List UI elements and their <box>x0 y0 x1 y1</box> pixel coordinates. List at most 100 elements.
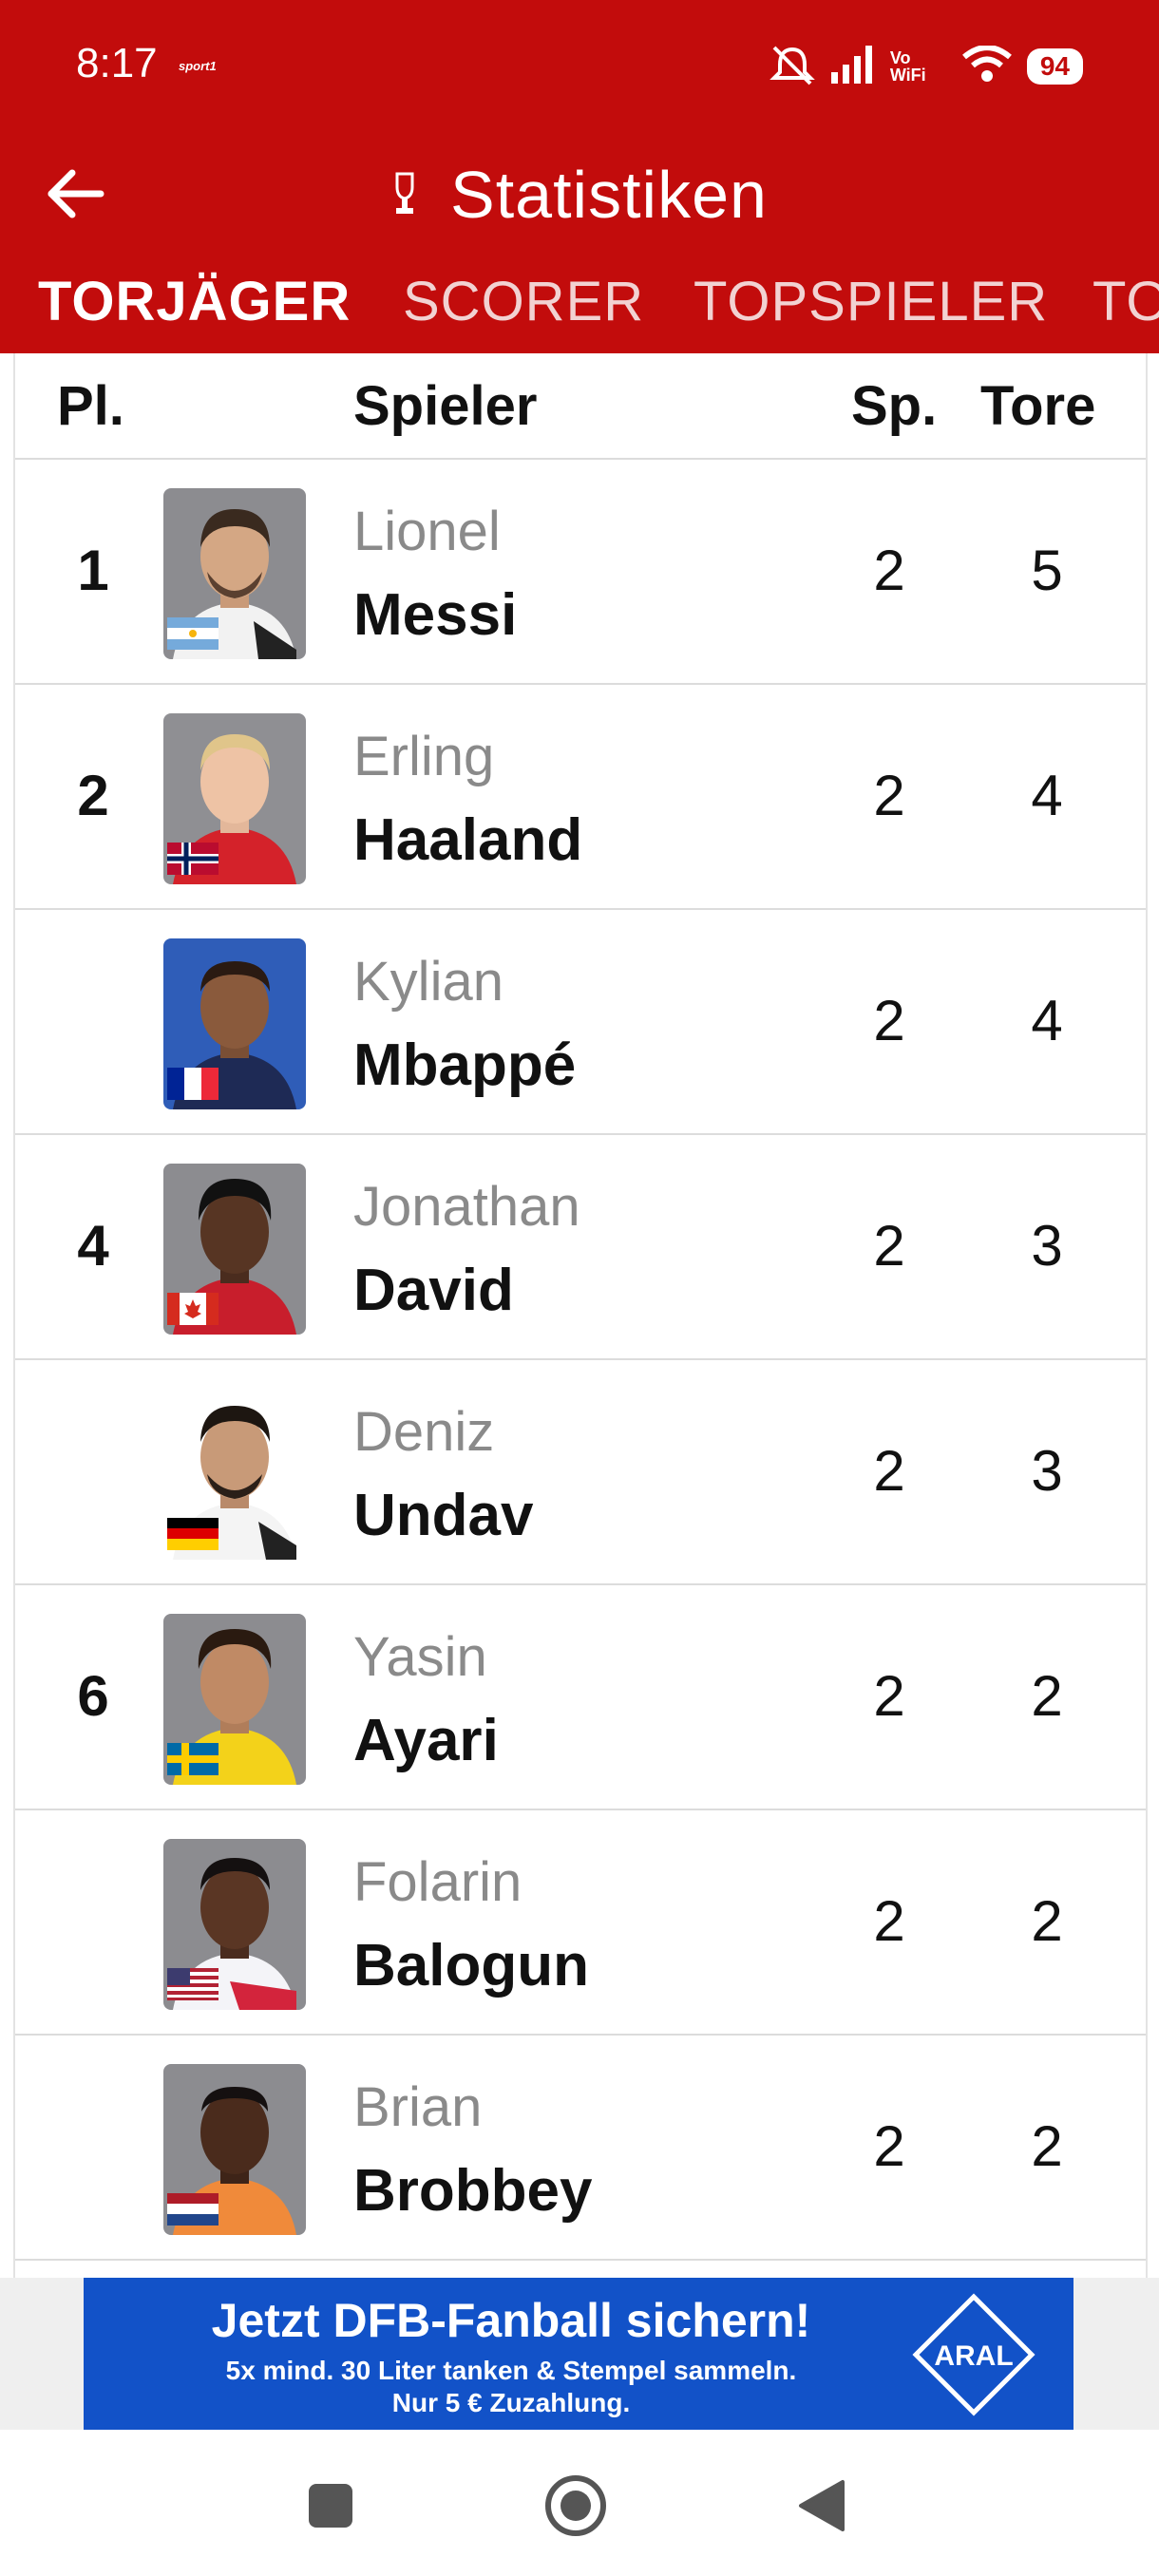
germany-flag-icon <box>167 1518 218 1550</box>
table-row[interactable]: Deniz Undav 2 3 <box>15 1360 1146 1585</box>
tab-scorer[interactable]: SCORER <box>403 270 644 333</box>
player-photo <box>163 1614 306 1785</box>
status-app-tag: sport1 <box>179 59 217 73</box>
home-button[interactable] <box>538 2468 614 2544</box>
goals: 2 <box>1031 2114 1063 2178</box>
netherlands-flag-icon <box>167 2193 218 2226</box>
ad-headline: Jetzt DFB-Fanball sichern! <box>211 2294 811 2347</box>
wifi-icon <box>961 44 1012 88</box>
player-last-name: Mbappé <box>353 1032 577 1098</box>
games-played: 2 <box>873 1214 905 1278</box>
player-photo <box>163 1164 306 1335</box>
app-header: 8:17 sport1 Vo WiFi 94 Statistiken TORJÄ… <box>0 0 1159 353</box>
header-games: Sp. <box>851 375 938 437</box>
table-row[interactable]: Kylian Mbappé 2 4 <box>15 910 1146 1135</box>
goals: 3 <box>1031 1439 1063 1503</box>
status-bar: 8:17 sport1 Vo WiFi 94 <box>0 0 1159 133</box>
goals: 2 <box>1031 1889 1063 1953</box>
games-played: 2 <box>873 1889 905 1953</box>
tab-more[interactable]: TO <box>1092 270 1159 333</box>
sweden-flag-icon <box>167 1743 218 1775</box>
signal-icon <box>830 45 875 88</box>
player-photo <box>163 1389 306 1560</box>
usa-flag-icon <box>167 1968 218 2000</box>
ad-line-2: Nur 5 € Zuzahlung. <box>391 2388 631 2417</box>
ad-line-1: 5x mind. 30 Liter tanken & Stempel samme… <box>225 2356 797 2385</box>
rank: 4 <box>77 1214 109 1278</box>
player-first-name: Kylian <box>353 951 504 1013</box>
vowifi-indicator: Vo WiFi <box>889 48 926 85</box>
status-time: 8:17 <box>76 40 158 86</box>
aral-logo: ARAL <box>912 2293 1036 2416</box>
player-photo <box>163 488 306 659</box>
header-rank: Pl. <box>57 375 124 437</box>
table-row[interactable]: Folarin Balogun 2 2 <box>15 1810 1146 2036</box>
aral-logo-text: ARAL <box>934 2340 1013 2372</box>
battery-badge: 94 <box>1026 48 1083 85</box>
canada-flag-icon <box>167 1293 218 1325</box>
table-row[interactable]: 2 Erling Haaland 2 4 <box>15 685 1146 910</box>
player-first-name: Folarin <box>353 1851 522 1913</box>
tab-bar: TORJÄGER SCORER TOPSPIELER TO <box>0 256 1159 353</box>
argentina-flag-icon <box>167 617 218 650</box>
tab-topspieler[interactable]: TOPSPIELER <box>694 270 1048 333</box>
games-played: 2 <box>873 989 905 1052</box>
system-nav-bar <box>0 2430 1159 2576</box>
games-played: 2 <box>873 1664 905 1728</box>
player-last-name: Brobbey <box>353 2158 593 2224</box>
arrow-left-icon <box>48 169 104 218</box>
page-title: Statistiken <box>450 158 768 232</box>
player-first-name: Lionel <box>353 501 501 562</box>
games-played: 2 <box>873 2114 905 2178</box>
player-first-name: Jonathan <box>353 1176 580 1238</box>
square-icon <box>309 2484 352 2528</box>
table-header: Pl. Spieler Sp. Tore <box>15 353 1146 460</box>
table-row[interactable]: 6 Yasin Ayari 2 2 <box>15 1585 1146 1810</box>
player-first-name: Deniz <box>353 1401 495 1463</box>
triangle-back-icon <box>799 2480 845 2531</box>
player-photo <box>163 1839 306 2010</box>
header-player: Spieler <box>353 375 538 437</box>
player-photo <box>163 713 306 884</box>
header-goals: Tore <box>980 375 1096 437</box>
back-button[interactable] <box>38 156 114 232</box>
norway-flag-icon <box>167 843 218 875</box>
player-last-name: Haaland <box>353 807 583 873</box>
table-row[interactable]: 4 Jonathan David 2 3 <box>15 1135 1146 1360</box>
goals: 2 <box>1031 1664 1063 1728</box>
rank: 1 <box>77 539 109 602</box>
games-played: 2 <box>873 539 905 602</box>
goals: 3 <box>1031 1214 1063 1278</box>
home-circle-icon <box>545 2475 606 2536</box>
status-icons: Vo WiFi 94 <box>769 40 1083 93</box>
goals: 4 <box>1031 764 1063 827</box>
back-nav-button[interactable] <box>783 2468 859 2544</box>
player-last-name: Messi <box>353 582 518 648</box>
france-flag-icon <box>167 1068 218 1100</box>
table-row[interactable]: 1 Lionel Messi 2 5 <box>15 460 1146 685</box>
rank: 2 <box>77 764 109 827</box>
rank: 6 <box>77 1664 109 1728</box>
player-first-name: Brian <box>353 2076 483 2138</box>
goals: 5 <box>1031 539 1063 602</box>
recents-button[interactable] <box>293 2468 369 2544</box>
player-last-name: Ayari <box>353 1708 499 1773</box>
ad-banner[interactable]: Jetzt DFB-Fanball sichern! 5x mind. 30 L… <box>84 2278 1074 2430</box>
mute-icon <box>769 44 816 90</box>
goals: 4 <box>1031 989 1063 1052</box>
player-photo <box>163 2064 306 2235</box>
trophy-icon <box>391 172 418 218</box>
games-played: 2 <box>873 1439 905 1503</box>
table-row[interactable]: Brian Brobbey 2 2 <box>15 2036 1146 2261</box>
app-bar: Statistiken <box>0 142 1159 247</box>
ad-area: Jetzt DFB-Fanball sichern! 5x mind. 30 L… <box>0 2278 1159 2430</box>
player-first-name: Yasin <box>353 1626 487 1688</box>
player-last-name: Balogun <box>353 1933 589 1998</box>
scorers-table: Pl. Spieler Sp. Tore 1 Lionel Messi 2 5 … <box>13 353 1148 2278</box>
player-first-name: Erling <box>353 726 495 787</box>
games-played: 2 <box>873 764 905 827</box>
tab-torjaeger[interactable]: TORJÄGER <box>38 270 351 333</box>
player-photo <box>163 938 306 1109</box>
player-last-name: David <box>353 1258 514 1323</box>
player-last-name: Undav <box>353 1483 534 1548</box>
